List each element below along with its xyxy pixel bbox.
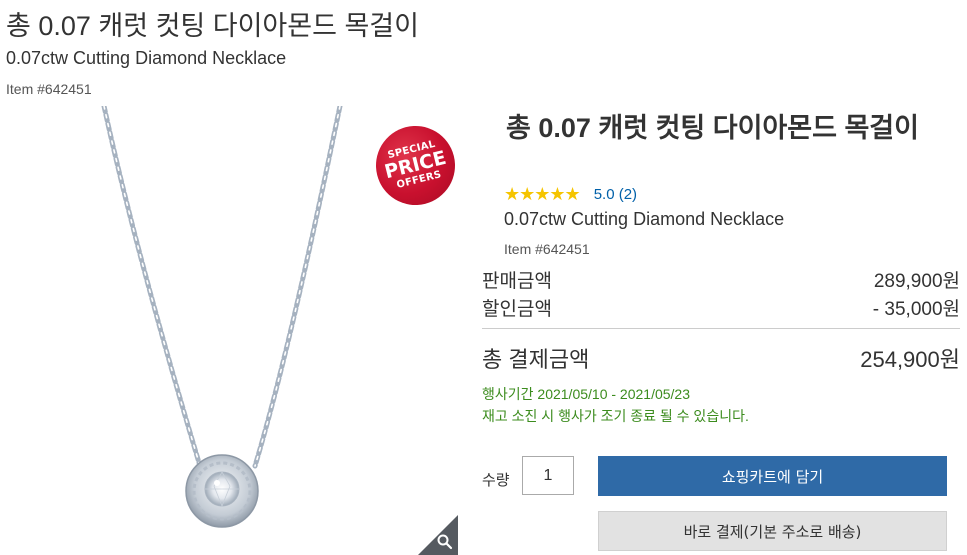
promotion-period: 행사기간 2021/05/10 - 2021/05/23 <box>482 386 690 402</box>
total-price-value: 254,900원 <box>860 347 960 372</box>
price-divider <box>482 328 960 329</box>
sale-price-row: 판매금액 289,900원 <box>482 266 960 293</box>
buy-now-button[interactable]: 바로 결제(기본 주소로 배송) <box>598 511 947 551</box>
sale-price-value: 289,900원 <box>873 271 960 292</box>
quantity-label: 수량 <box>482 472 510 489</box>
sale-price-label: 판매금액 <box>482 271 552 292</box>
quantity-input[interactable] <box>522 456 574 495</box>
page-title: 총 0.07 캐럿 컷팅 다이아몬드 목걸이 <box>6 11 419 41</box>
add-to-cart-button[interactable]: 쇼핑카트에 담기 <box>598 456 947 496</box>
zoom-button[interactable] <box>418 515 458 555</box>
rating: ★★★★★ 5.0 (2) <box>504 184 637 205</box>
product-item-number: Item #642451 <box>504 241 590 257</box>
product-title: 총 0.07 캐럿 컷팅 다이아몬드 목걸이 <box>506 113 919 143</box>
promotion-notice: 재고 소진 시 행사가 조기 종료 될 수 있습니다. <box>482 408 749 424</box>
page-subtitle: 0.07ctw Cutting Diamond Necklace <box>6 48 287 68</box>
star-rating-icon: ★★★★★ <box>504 184 581 204</box>
magnifier-icon <box>418 515 458 555</box>
product-subtitle: 0.07ctw Cutting Diamond Necklace <box>504 209 785 229</box>
total-price-label: 총 결제금액 <box>482 347 590 372</box>
discount-row: 할인금액 - 35,000원 <box>482 294 960 321</box>
total-price-row: 총 결제금액 254,900원 <box>482 342 960 374</box>
discount-label: 할인금액 <box>482 299 552 320</box>
discount-value: - 35,000원 <box>872 299 960 320</box>
item-number: Item #642451 <box>6 81 92 97</box>
product-image[interactable]: SPECIAL PRICE OFFERS <box>0 106 458 555</box>
review-count-link[interactable]: 5.0 (2) <box>594 186 637 203</box>
